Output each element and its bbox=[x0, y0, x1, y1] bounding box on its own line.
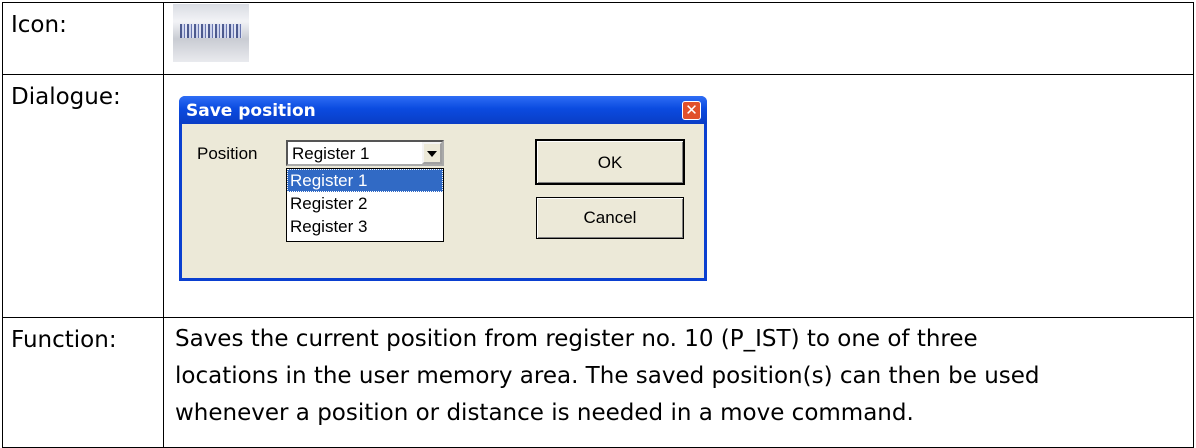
option-register-1[interactable]: Register 1 bbox=[287, 169, 443, 192]
dialogue-row: Dialogue: Save position ✕ Position Regis… bbox=[2, 74, 1194, 318]
cancel-button[interactable]: Cancel bbox=[536, 197, 684, 239]
dialog-title: Save position bbox=[186, 101, 316, 121]
description-table: Icon: Dialogue: Save position ✕ Position… bbox=[2, 2, 1194, 448]
option-register-3[interactable]: Register 3 bbox=[287, 215, 443, 238]
function-line-2: locations in the user memory area. The s… bbox=[175, 363, 1040, 389]
icon-row: Icon: bbox=[2, 2, 1194, 75]
icon-row-label: Icon: bbox=[2, 2, 164, 75]
dialog-titlebar: Save position ✕ bbox=[179, 96, 707, 124]
chevron-down-icon bbox=[427, 151, 437, 157]
function-row: Function: Saves the current position fro… bbox=[2, 317, 1194, 448]
ok-button[interactable]: OK bbox=[535, 139, 685, 185]
position-dropdown[interactable]: Register 1 bbox=[286, 140, 444, 166]
position-label: Position bbox=[197, 144, 258, 163]
icon-cell bbox=[163, 2, 1194, 75]
function-row-label: Function: bbox=[2, 317, 164, 448]
save-position-dialog: Save position ✕ Position Register 1 Regi… bbox=[179, 96, 707, 281]
function-description: Saves the current position from register… bbox=[163, 317, 1194, 448]
function-line-3: whenever a position or distance is neede… bbox=[175, 400, 914, 426]
position-dropdown-value: Register 1 bbox=[292, 144, 370, 163]
dialogue-row-label: Dialogue: bbox=[2, 74, 164, 318]
close-icon[interactable]: ✕ bbox=[682, 101, 701, 120]
position-options-list: Register 1 Register 2 Register 3 bbox=[286, 168, 444, 242]
dialogue-cell: Save position ✕ Position Register 1 Regi… bbox=[163, 74, 1194, 318]
dialog-client-area: Position Register 1 Register 1 Register … bbox=[182, 124, 704, 278]
dropdown-button[interactable] bbox=[422, 142, 442, 164]
option-register-2[interactable]: Register 2 bbox=[287, 192, 443, 215]
function-line-1: Saves the current position from register… bbox=[175, 326, 978, 352]
save-position-icon bbox=[173, 4, 249, 62]
